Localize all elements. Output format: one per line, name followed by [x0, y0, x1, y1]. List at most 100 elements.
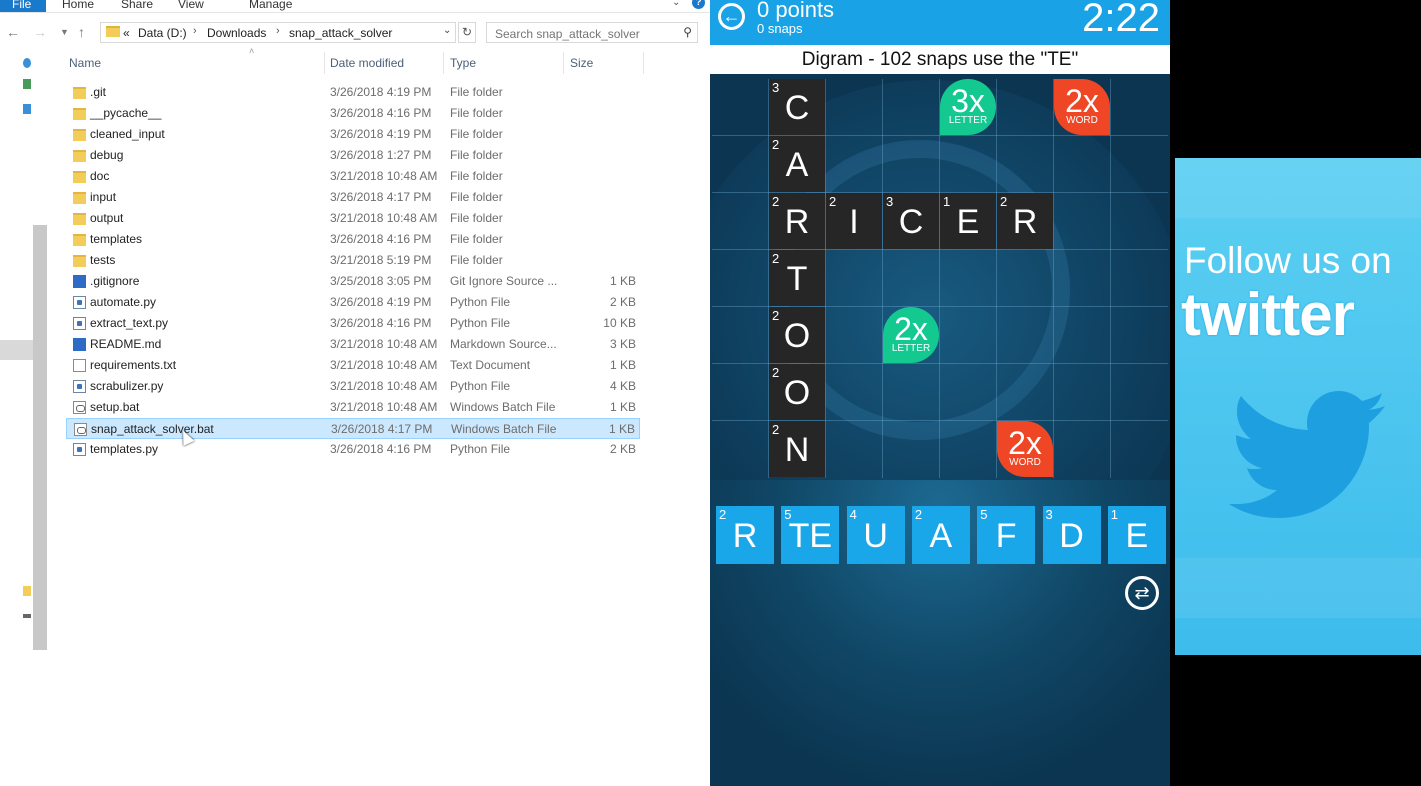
column-date-modified[interactable]: Date modified — [330, 56, 404, 70]
board-tile[interactable]: 3C — [883, 193, 939, 249]
file-date-modified: 3/26/2018 4:16 PM — [330, 232, 432, 246]
column-divider[interactable] — [324, 52, 325, 74]
board-tile[interactable]: 2O — [769, 364, 825, 420]
file-row[interactable]: setup.bat 3/21/2018 10:48 AM Windows Batch… — [66, 397, 640, 418]
file-row[interactable]: automate.py 3/26/2018 4:19 PM Python File 2… — [66, 292, 640, 313]
multiplier-type: LETTER — [948, 115, 988, 126]
tab-file[interactable]: File — [0, 0, 46, 12]
breadcrumb-overflow[interactable]: « — [123, 26, 130, 40]
batch-file-icon — [73, 401, 86, 414]
tile-letter: I — [849, 203, 859, 241]
rack-tile[interactable]: 3D — [1042, 506, 1101, 564]
rack-tile[interactable]: 5 TE — [781, 506, 840, 564]
rack-tile[interactable]: 5F — [977, 506, 1036, 564]
chevron-down-icon[interactable]: ⌄ — [443, 25, 451, 36]
multiplier-type: WORD — [1009, 457, 1041, 468]
board-tile[interactable]: 3C — [769, 79, 825, 135]
file-size: 1 KB — [609, 274, 636, 288]
file-row[interactable]: extract_text.py 3/26/2018 4:16 PM Python F… — [66, 313, 640, 334]
drive-icon[interactable] — [23, 614, 31, 618]
file-row[interactable]: output 3/21/2018 10:48 AM File folder — [66, 208, 640, 229]
file-name: README.md — [90, 337, 162, 351]
file-row-selected[interactable]: snap_attack_solver.bat 3/26/2018 4:17 PM W… — [66, 418, 640, 439]
column-divider[interactable] — [563, 52, 564, 74]
folder-icon[interactable] — [23, 586, 31, 596]
twitter-ad-banner[interactable]: Follow us on twitter — [1175, 158, 1421, 655]
homegroup-icon[interactable] — [23, 79, 31, 89]
help-icon[interactable]: ? — [692, 0, 705, 9]
tile-letter: D — [1059, 517, 1084, 555]
rack-tile[interactable]: 2A — [911, 506, 970, 564]
up-arrow-icon[interactable]: ↑ — [78, 24, 85, 40]
board-tile[interactable]: 2R — [997, 193, 1053, 249]
column-name[interactable]: Name — [69, 56, 101, 70]
file-date-modified: 3/26/2018 4:19 PM — [330, 127, 432, 141]
column-size[interactable]: Size — [570, 56, 593, 70]
board-tile[interactable]: 2R — [769, 193, 825, 249]
file-row[interactable]: __pycache__ 3/26/2018 4:16 PM File folder — [66, 103, 640, 124]
column-type[interactable]: Type — [450, 56, 476, 70]
back-arrow-icon[interactable]: ← — [6, 24, 20, 40]
breadcrumb-downloads[interactable]: Downloads — [207, 26, 266, 40]
file-type: Python File — [450, 316, 511, 330]
board-tile[interactable]: 2A — [769, 136, 825, 192]
file-row[interactable]: debug 3/26/2018 1:27 PM File folder — [66, 145, 640, 166]
file-row[interactable]: templates.py 3/26/2018 4:16 PM Python File… — [66, 439, 640, 460]
search-box[interactable]: ⚲ — [486, 22, 698, 44]
game-board[interactable]: 3x LETTER 2x WORD 2x LETTER 2x WORD 3 C 2 A 2 R 2 I 3 C 1 E… — [712, 79, 1168, 478]
tab-view[interactable]: View — [178, 0, 204, 12]
rack-tile[interactable]: 2R — [716, 506, 774, 564]
file-row[interactable]: doc 3/21/2018 10:48 AM File folder — [66, 166, 640, 187]
file-row[interactable]: scrabulizer.py 3/21/2018 10:48 AM Python F… — [66, 376, 640, 397]
scrollbar[interactable] — [33, 225, 47, 650]
chevron-right-icon[interactable]: › — [193, 25, 197, 37]
file-type: File folder — [450, 148, 503, 162]
file-row[interactable]: README.md 3/21/2018 10:48 AM Markdown Sour… — [66, 334, 640, 355]
shuffle-button[interactable]: ⇄ — [1125, 576, 1159, 610]
file-row[interactable]: tests 3/21/2018 5:19 PM File folder — [66, 250, 640, 271]
breadcrumb-drive[interactable]: Data (D:) — [138, 26, 187, 40]
rack-tile[interactable]: 1E — [1107, 506, 1166, 564]
search-input[interactable] — [487, 23, 682, 44]
board-tile[interactable]: 2I — [826, 193, 882, 249]
file-row[interactable]: .gitignore 3/25/2018 3:05 PM Git Ignore So… — [66, 271, 640, 292]
selected-nav-item[interactable] — [0, 340, 33, 360]
word-multiplier-cell[interactable]: 2x WORD — [1054, 79, 1110, 135]
word-multiplier-cell[interactable]: 2x WORD — [997, 421, 1053, 477]
board-tile[interactable]: 1E — [940, 193, 996, 249]
letter-multiplier-cell[interactable]: 3x LETTER — [940, 79, 996, 135]
file-name: cleaned_input — [90, 127, 165, 141]
rack-tile[interactable]: 4U — [846, 506, 905, 564]
file-row[interactable]: .git 3/26/2018 4:19 PM File folder — [66, 82, 640, 103]
chevron-right-icon[interactable]: › — [276, 25, 280, 37]
breadcrumb-current[interactable]: snap_attack_solver — [289, 26, 392, 40]
file-row[interactable]: requirements.txt 3/21/2018 10:48 AM Text D… — [66, 355, 640, 376]
this-pc-icon[interactable] — [23, 104, 31, 114]
twitter-bird-icon — [1229, 391, 1387, 518]
board-tile[interactable]: 2O — [769, 307, 825, 363]
board-tile[interactable]: 2T — [769, 250, 825, 306]
tile-letter: O — [783, 374, 811, 412]
ribbon-collapse-icon[interactable]: ⌄ — [672, 0, 680, 8]
letter-multiplier-cell[interactable]: 2x LETTER — [883, 307, 939, 363]
tab-manage[interactable]: Manage — [249, 0, 292, 12]
file-type: File folder — [450, 232, 503, 246]
file-name: scrabulizer.py — [90, 379, 164, 393]
navigation-bar: ← → ▼ ↑ « Data (D:) › Downloads › snap_a… — [0, 20, 710, 46]
file-row[interactable]: input 3/26/2018 4:17 PM File folder — [66, 187, 640, 208]
tab-home[interactable]: Home — [62, 0, 94, 12]
file-row[interactable]: templates 3/26/2018 4:16 PM File folder — [66, 229, 640, 250]
file-row[interactable]: cleaned_input 3/26/2018 4:19 PM File folde… — [66, 124, 640, 145]
column-divider[interactable] — [443, 52, 444, 74]
tab-share[interactable]: Share — [121, 0, 153, 12]
back-button[interactable]: ← — [718, 3, 745, 30]
search-icon[interactable]: ⚲ — [683, 25, 692, 39]
recent-locations-icon[interactable]: ▼ — [60, 27, 69, 37]
forward-arrow-icon[interactable]: → — [33, 24, 47, 40]
folder-icon — [73, 150, 86, 162]
address-bar[interactable]: « Data (D:) › Downloads › snap_attack_so… — [100, 22, 456, 43]
refresh-icon[interactable]: ↻ — [458, 22, 476, 43]
board-tile[interactable]: 2N — [769, 421, 825, 477]
column-divider[interactable] — [643, 52, 644, 74]
onedrive-icon[interactable] — [23, 58, 31, 68]
